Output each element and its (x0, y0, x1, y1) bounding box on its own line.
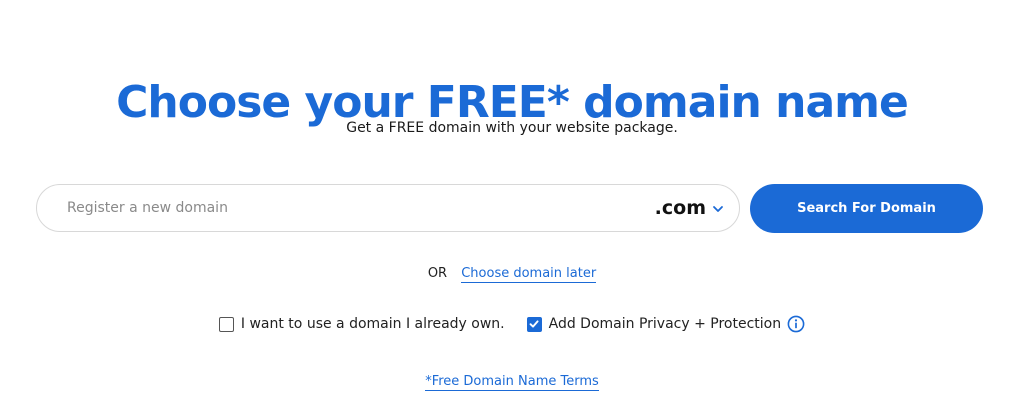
own-domain-label: I want to use a domain I already own. (240, 316, 505, 332)
chevron-down-icon (711, 202, 725, 216)
search-domain-button[interactable]: Search For Domain (750, 184, 983, 233)
choose-later-row: OR Choose domain later (0, 266, 1024, 283)
domain-search-input[interactable] (65, 184, 655, 232)
check-icon (529, 320, 539, 328)
page-subtitle: Get a FREE domain with your website pack… (346, 120, 678, 136)
domain-options: I want to use a domain I already own. Ad… (0, 315, 1024, 333)
tld-dropdown[interactable]: .com (655, 197, 725, 219)
tld-selected-value: .com (654, 197, 706, 219)
privacy-checkbox[interactable] (526, 316, 542, 332)
privacy-label: Add Domain Privacy + Protection (548, 316, 782, 332)
terms-row: *Free Domain Name Terms (0, 374, 1024, 391)
choose-domain-later-link[interactable]: Choose domain later (461, 266, 597, 283)
free-domain-terms-link[interactable]: *Free Domain Name Terms (425, 374, 599, 391)
info-icon[interactable] (787, 315, 805, 333)
privacy-option[interactable]: Add Domain Privacy + Protection (526, 315, 805, 333)
or-label: OR (427, 266, 448, 281)
domain-search-box: .com (36, 184, 740, 232)
own-domain-checkbox[interactable] (218, 316, 234, 332)
own-domain-option[interactable]: I want to use a domain I already own. (218, 316, 505, 332)
